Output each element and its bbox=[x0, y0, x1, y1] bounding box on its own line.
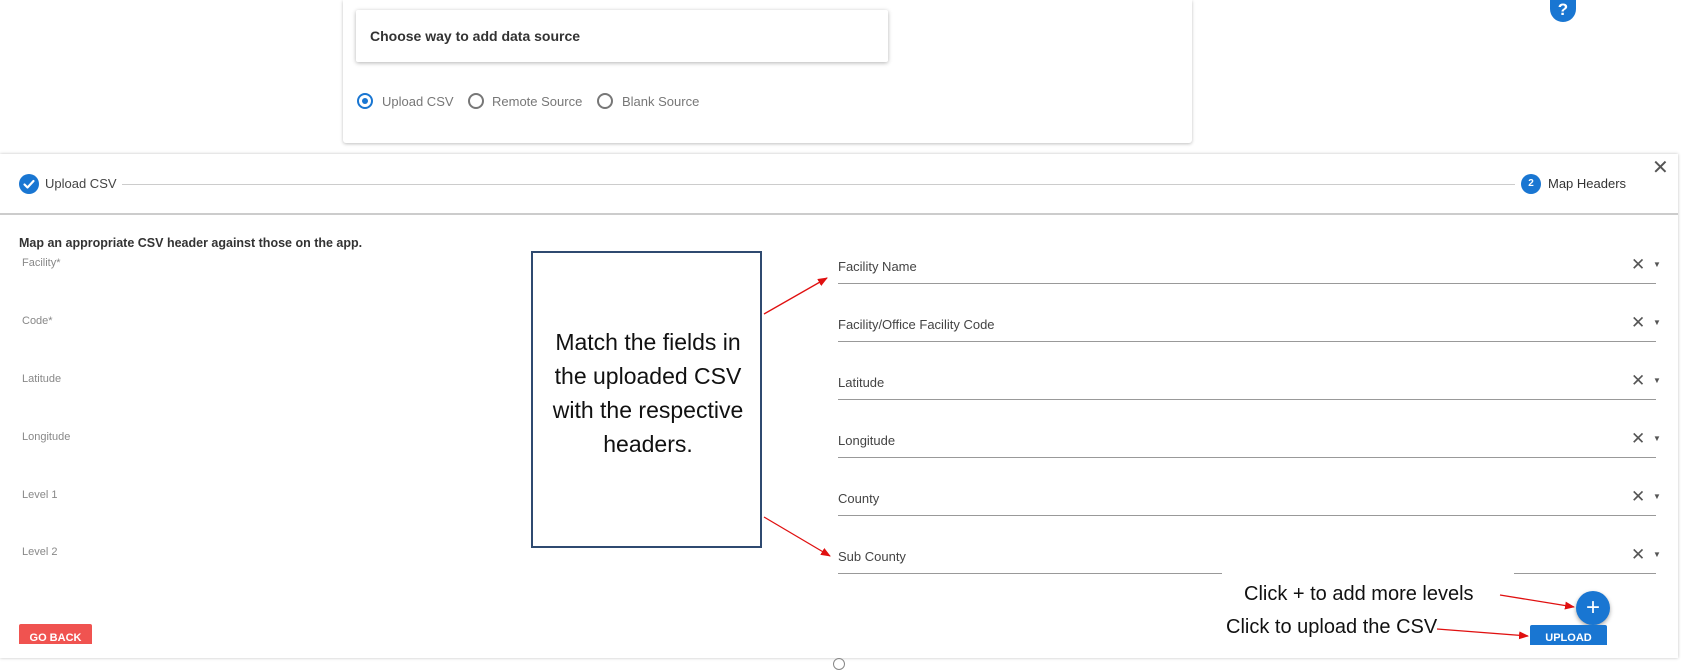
scroll-indicator-icon bbox=[833, 658, 845, 670]
plus-icon: + bbox=[1585, 594, 1600, 621]
add-levels-note: Click + to add more levels bbox=[1244, 583, 1474, 605]
add-levels-arrow bbox=[1499, 594, 1575, 610]
annotation-arrows bbox=[763, 277, 1575, 640]
callout-arrow-top bbox=[763, 277, 828, 315]
go-back-button[interactable]: GO BACK bbox=[19, 624, 92, 644]
upload-arrow bbox=[1436, 628, 1529, 640]
upload-note: Click to upload the CSV bbox=[1226, 616, 1438, 638]
add-level-button[interactable]: + bbox=[1576, 591, 1610, 625]
upload-button[interactable]: UPLOAD bbox=[1530, 625, 1607, 645]
callout-arrow-bottom bbox=[763, 516, 831, 557]
